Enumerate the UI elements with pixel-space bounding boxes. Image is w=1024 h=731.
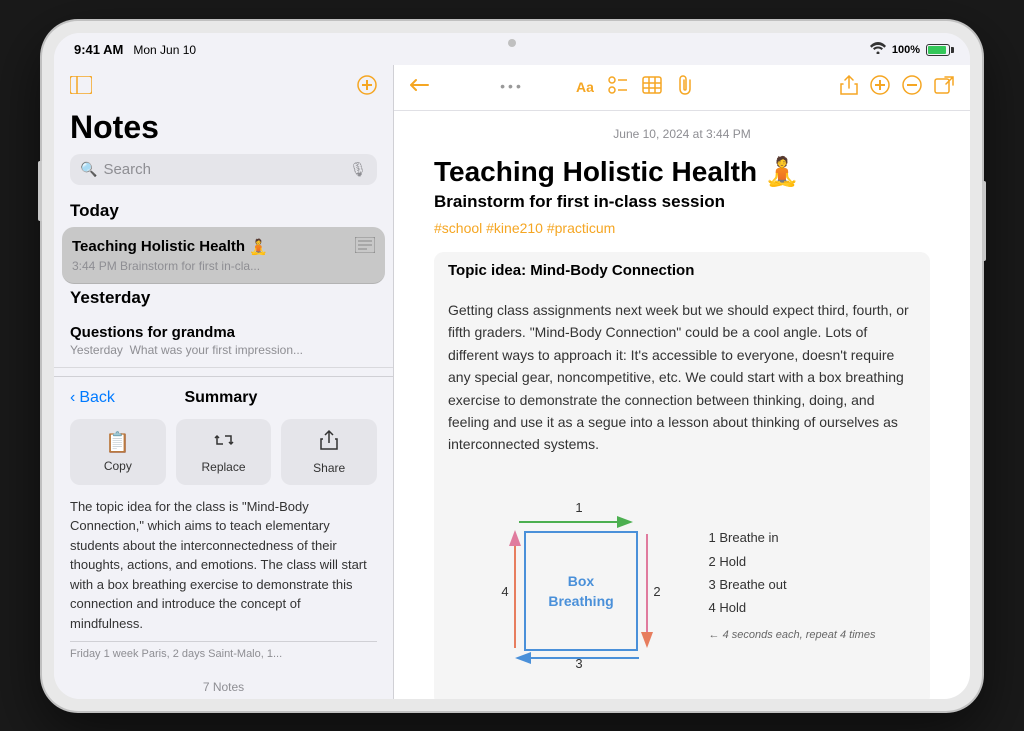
search-icon: 🔍 xyxy=(80,161,97,178)
wifi-icon xyxy=(870,42,886,57)
note-title-teaching: Teaching Holistic Health 🧘 xyxy=(72,237,375,257)
notes-count: 7 Notes xyxy=(54,672,393,699)
sidebar-toolbar xyxy=(54,65,393,109)
search-placeholder: Search xyxy=(103,161,343,178)
copy-label: Copy xyxy=(104,459,132,473)
note-title-grandma: Questions for grandma xyxy=(70,324,377,341)
copy-icon: 📋 xyxy=(105,430,130,455)
camera-dot xyxy=(508,39,516,47)
status-bar: 9:41 AM Mon Jun 10 100% xyxy=(54,33,970,65)
svg-text:Box: Box xyxy=(567,573,594,589)
compose-icon[interactable] xyxy=(357,75,377,101)
add-circle-icon[interactable] xyxy=(870,75,890,100)
ipad-screen: 9:41 AM Mon Jun 10 100% xyxy=(54,33,970,699)
replace-button[interactable]: Replace xyxy=(176,419,272,485)
summary-text: The topic idea for the class is "Mind-Bo… xyxy=(70,497,377,634)
note-meta-teaching: 3:44 PM Brainstorm for first in-cla... xyxy=(72,259,375,273)
status-date: Mon Jun 10 xyxy=(133,43,196,57)
share-icon xyxy=(319,429,339,457)
external-link-icon[interactable] xyxy=(934,76,954,99)
section-yesterday: Yesterday xyxy=(54,284,393,314)
svg-text:4: 4 xyxy=(501,584,508,599)
attachment-icon[interactable] xyxy=(676,75,694,100)
minus-circle-icon[interactable] xyxy=(902,75,922,100)
back-arrow-icon[interactable] xyxy=(410,76,430,99)
back-button[interactable]: ‹ Back xyxy=(70,389,115,407)
main-content: Notes 🔍 Search 🎙 Today Teaching Holistic… xyxy=(54,65,970,699)
note-date: June 10, 2024 at 3:44 PM xyxy=(434,127,930,141)
summary-panel: ‹ Back Summary 📋 Copy xyxy=(54,376,393,673)
sidebar: Notes 🔍 Search 🎙 Today Teaching Holistic… xyxy=(54,65,394,699)
note-main-title: Teaching Holistic Health 🧘 xyxy=(434,155,930,189)
breathing-steps: 1 Breathe in 2 Hold 3 Breathe out 4 Hold… xyxy=(709,526,876,645)
summary-nav: ‹ Back Summary xyxy=(70,389,377,407)
note-section-title: Topic idea: Mind-Body Connection xyxy=(434,252,930,289)
share-button[interactable]: Share xyxy=(281,419,377,485)
copy-button[interactable]: 📋 Copy xyxy=(70,419,166,485)
note-item-teaching-holistic[interactable]: Teaching Holistic Health 🧘 3: xyxy=(62,227,385,284)
section-today: Today xyxy=(54,197,393,227)
battery-icon xyxy=(926,44,950,56)
replace-label: Replace xyxy=(201,460,245,474)
note-meta-grandma: Yesterday What was your first impression… xyxy=(70,343,377,357)
summary-footer: Friday 1 week Paris, 2 days Saint-Malo, … xyxy=(70,641,377,660)
svg-text:Breathing: Breathing xyxy=(548,593,613,609)
breathing-note: ← 4 seconds each, repeat 4 times xyxy=(709,626,876,646)
note-lines-icon xyxy=(355,237,375,257)
note-tags: #school #kine210 #practicum xyxy=(434,220,930,236)
step-4: 4 Hold xyxy=(709,596,876,619)
checklist-icon[interactable] xyxy=(608,76,628,99)
breathing-diagram: 1 2 3 xyxy=(434,482,930,690)
chevron-left-icon: ‹ xyxy=(70,389,75,407)
svg-text:2: 2 xyxy=(653,584,660,599)
step-2: 2 Hold xyxy=(709,550,876,573)
note-body-paragraph: Getting class assignments next week but … xyxy=(434,299,930,466)
summary-title: Summary xyxy=(184,389,257,407)
search-bar[interactable]: 🔍 Search 🎙 xyxy=(70,154,377,185)
format-text-icon[interactable]: Aa xyxy=(576,79,594,95)
toolbar-dots: ••• xyxy=(500,78,524,94)
note-subtitle: Brainstorm for first in-class session xyxy=(434,192,930,212)
note-detail: ••• Aa xyxy=(394,65,970,699)
step-3: 3 Breathe out xyxy=(709,573,876,596)
detail-content[interactable]: June 10, 2024 at 3:44 PM Teaching Holist… xyxy=(394,111,970,699)
detail-toolbar: ••• Aa xyxy=(394,65,970,111)
table-icon[interactable] xyxy=(642,76,662,99)
step-1: 1 Breathe in xyxy=(709,526,876,549)
note-item-grandma[interactable]: Questions for grandma Yesterday What was… xyxy=(54,314,393,368)
replace-icon xyxy=(213,430,235,456)
status-time: 9:41 AM xyxy=(74,42,123,57)
svg-text:1: 1 xyxy=(575,500,582,515)
share-label: Share xyxy=(313,461,345,475)
sidebar-toggle-icon[interactable] xyxy=(70,76,92,100)
ipad-frame: 9:41 AM Mon Jun 10 100% xyxy=(42,21,982,711)
mic-icon: 🎙 xyxy=(349,161,367,178)
box-breathing-svg: 1 2 3 xyxy=(489,496,689,676)
share-toolbar-icon[interactable] xyxy=(840,75,858,100)
action-buttons: 📋 Copy xyxy=(70,419,377,485)
battery-percent: 100% xyxy=(892,44,920,56)
notes-title: Notes xyxy=(54,109,393,154)
